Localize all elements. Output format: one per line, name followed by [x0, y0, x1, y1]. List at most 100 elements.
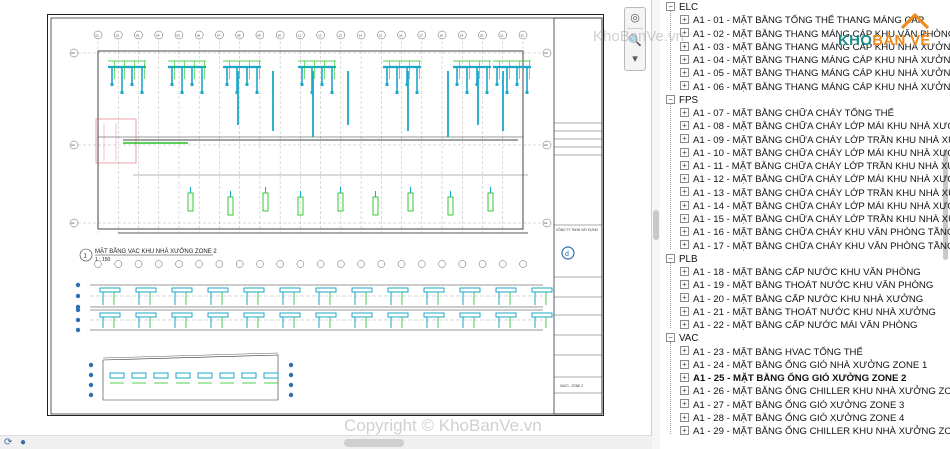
- expand-icon[interactable]: +: [680, 240, 689, 250]
- sheet-item[interactable]: + A1 - 24 - MẶT BẰNG ỐNG GIÓ NHÀ XƯỞNG ZO…: [680, 359, 927, 372]
- sheet-item[interactable]: + A1 - 06 - MẶT BẰNG THANG MÁNG CÁP KHU N…: [680, 81, 950, 94]
- expand-icon[interactable]: +: [680, 372, 689, 382]
- sheet-item[interactable]: + A1 - 13 - MẶT BẰNG CHỮA CHÁY LỚP TRẦN K…: [680, 187, 950, 200]
- sheet-item[interactable]: + A1 - 27 - MẶT BẰNG ỐNG GIÓ XƯỞNG ZONE 3: [680, 399, 904, 412]
- sheet-item[interactable]: + A1 - 15 - MẶT BẰNG CHỮA CHÁY LỚP TRẦN K…: [680, 213, 950, 226]
- sheet-item[interactable]: + A1 - 11 - MẶT BẰNG CHỮA CHÁY LỚP TRẦN K…: [680, 160, 950, 173]
- project-browser: − ELC + A1 - 01 - MẶT BẰNG TỔNG THỂ THANG M…: [660, 0, 950, 449]
- level-marker: [88, 392, 94, 398]
- expand-icon[interactable]: +: [680, 399, 689, 409]
- equipment: [187, 192, 194, 212]
- grid-label: 15: [379, 34, 383, 38]
- sheet-item-label: A1 - 10 - MẶT BẰNG CHỮA CHÁY LỚP MÁI KHU…: [693, 147, 950, 159]
- expand-icon[interactable]: +: [680, 425, 689, 435]
- plan-title: MẶT BẰNG VAC KHU NHÀ XƯỞNG ZONE 2: [95, 247, 217, 255]
- expand-icon[interactable]: +: [680, 160, 689, 170]
- grid-bubble: [215, 260, 224, 268]
- sheet-item[interactable]: + A1 - 07 - MẶT BẰNG CHỮA CHÁY TỔNG THỂ: [680, 107, 894, 120]
- level-marker: [75, 327, 81, 333]
- expand-icon[interactable]: +: [680, 134, 689, 144]
- browser-group-label: VAC: [679, 333, 699, 345]
- horizontal-scrollbar[interactable]: [344, 439, 404, 447]
- sheet-item-label: A1 - 12 - MẶT BẰNG CHỮA CHÁY LỚP MÁI KHU…: [693, 174, 950, 186]
- expand-icon[interactable]: +: [680, 293, 689, 303]
- expand-icon[interactable]: +: [680, 68, 689, 78]
- sheet-item-label: A1 - 26 - MẶT BẰNG ỐNG CHILLER KHU NHÀ X…: [693, 386, 950, 398]
- section-duct: [99, 312, 121, 318]
- grid-bubble: [235, 260, 244, 268]
- section-duct: [109, 372, 125, 379]
- sheet-item[interactable]: + A1 - 29 - MẶT BẰNG ỐNG CHILLER KHU NHÀ …: [680, 425, 950, 438]
- sheet-item[interactable]: + A1 - 17 - MẶT BẰNG CHỮA CHÁY KHU VĂN PH…: [680, 240, 950, 253]
- collapse-icon[interactable]: −: [666, 1, 675, 11]
- expand-icon[interactable]: +: [680, 306, 689, 316]
- sheet-item[interactable]: + A1 - 25 - MẶT BẰNG ỐNG GIÓ XƯỞNG ZONE 2: [680, 372, 906, 385]
- drawing-sheet[interactable]: d CÔNG TY TNHH XÂY DỰNG VACD - ZONE 2 01…: [47, 14, 604, 416]
- collapse-icon[interactable]: −: [666, 94, 675, 104]
- section-duct: [459, 312, 481, 318]
- sheet-item[interactable]: + A1 - 10 - MẶT BẰNG CHỮA CHÁY LỚP MÁI KH…: [680, 147, 950, 160]
- workset-icon[interactable]: ⟳: [4, 437, 12, 448]
- expand-icon[interactable]: +: [680, 346, 689, 356]
- expand-icon[interactable]: +: [680, 227, 689, 237]
- steering-wheel-icon[interactable]: ◎: [625, 8, 645, 26]
- expand-icon[interactable]: +: [680, 147, 689, 157]
- grid-bubble: [438, 260, 446, 268]
- sheet-item-label: A1 - 07 - MẶT BẰNG CHỮA CHÁY TỔNG THỂ: [693, 108, 895, 119]
- chevron-down-icon[interactable]: ▾: [625, 49, 645, 67]
- level-marker: [88, 382, 94, 388]
- section-duct: [531, 287, 553, 293]
- level-marker: [288, 362, 294, 368]
- expand-icon[interactable]: +: [680, 187, 689, 197]
- expand-icon[interactable]: +: [680, 412, 689, 422]
- grid-label: 02: [116, 34, 120, 38]
- sheet-item[interactable]: + A1 - 21 - MẶT BẰNG THOÁT NƯỚC KHU NHÀ X…: [680, 306, 936, 319]
- sheet-item-label: A1 - 25 - MẶT BẰNG ỐNG GIÓ XƯỞNG ZONE 2: [693, 373, 907, 384]
- expand-icon[interactable]: +: [680, 266, 689, 276]
- expand-icon[interactable]: +: [680, 213, 689, 223]
- grid-bubble: [499, 260, 507, 268]
- expand-icon[interactable]: +: [680, 121, 689, 131]
- grid-label: A3: [71, 51, 75, 55]
- sheet-item[interactable]: + A1 - 23 - MẶT BẰNG HVAC TỔNG THỂ: [680, 346, 863, 359]
- diffuser: [385, 83, 389, 86]
- sheet-item[interactable]: + A1 - 28 - MẶT BẰNG ỐNG GIÓ XƯỞNG ZONE 4: [680, 412, 904, 425]
- sheet-item[interactable]: + A1 - 16 - MẶT BẰNG CHỮA CHÁY KHU VĂN PH…: [680, 226, 950, 239]
- collapse-icon[interactable]: −: [666, 253, 675, 263]
- expand-icon[interactable]: +: [680, 54, 689, 64]
- expand-icon[interactable]: +: [680, 359, 689, 369]
- lightbulb-icon[interactable]: ●: [20, 437, 26, 448]
- expand-icon[interactable]: +: [680, 200, 689, 210]
- sheet-item[interactable]: + A1 - 12 - MẶT BẰNG CHỮA CHÁY LỚP MÁI KH…: [680, 173, 950, 186]
- expand-icon[interactable]: +: [680, 15, 689, 25]
- sheet-item[interactable]: + A1 - 09 - MẶT BẰNG CHỮA CHÁY LỚP TRẦN K…: [680, 134, 950, 147]
- grid-bubble: [175, 260, 183, 268]
- sheet-item[interactable]: + A1 - 20 - MẶT BẰNG CẤP NƯỚC KHU NHÀ XƯỞ…: [680, 293, 923, 306]
- sheet-item[interactable]: + A1 - 22 - MẶT BẰNG CẤP NƯỚC MÁI VĂN PHÒ…: [680, 319, 918, 332]
- sheet-item[interactable]: + A1 - 14 - MẶT BẰNG CHỮA CHÁY LỚP MÁI KH…: [680, 200, 950, 213]
- expand-icon[interactable]: +: [680, 107, 689, 117]
- sheet-item[interactable]: + A1 - 05 - MẶT BẰNG THANG MÁNG CÁP KHU N…: [680, 67, 950, 80]
- expand-icon[interactable]: +: [680, 174, 689, 184]
- diffuser: [330, 91, 334, 94]
- expand-icon[interactable]: +: [680, 280, 689, 290]
- grid-label: 21: [500, 34, 504, 38]
- diffuser: [495, 83, 499, 86]
- grid-bubble: [114, 260, 122, 268]
- sheet-item[interactable]: + A1 - 26 - MẶT BẰNG ỐNG CHILLER KHU NHÀ …: [680, 385, 950, 398]
- revit-window: d CÔNG TY TNHH XÂY DỰNG VACD - ZONE 2 01…: [0, 0, 950, 449]
- drawing-canvas[interactable]: d CÔNG TY TNHH XÂY DỰNG VACD - ZONE 2 01…: [0, 0, 652, 449]
- expand-icon[interactable]: +: [680, 81, 689, 91]
- diffuser: [140, 91, 144, 94]
- splitter[interactable]: [652, 0, 660, 449]
- collapse-icon[interactable]: −: [666, 333, 675, 343]
- grid-bubble: [316, 260, 325, 268]
- grid-label: A1: [71, 221, 75, 225]
- sheet-item[interactable]: + A1 - 18 - MẶT BẰNG CẤP NƯỚC KHU VĂN PHÒ…: [680, 266, 921, 279]
- sheet-item-label: A1 - 05 - MẶT BẰNG THANG MÁNG CÁP KHU NH…: [693, 68, 950, 80]
- expand-icon[interactable]: +: [680, 386, 689, 396]
- view-control-bar: ⟳ ●: [0, 435, 652, 449]
- expand-icon[interactable]: +: [680, 319, 689, 329]
- sheet-item[interactable]: + A1 - 08 - MẶT BẰNG CHỮA CHÁY LỚP MÁI KH…: [680, 120, 950, 133]
- sheet-item[interactable]: + A1 - 19 - MẶT BẰNG THOÁT NƯỚC KHU VĂN P…: [680, 279, 933, 292]
